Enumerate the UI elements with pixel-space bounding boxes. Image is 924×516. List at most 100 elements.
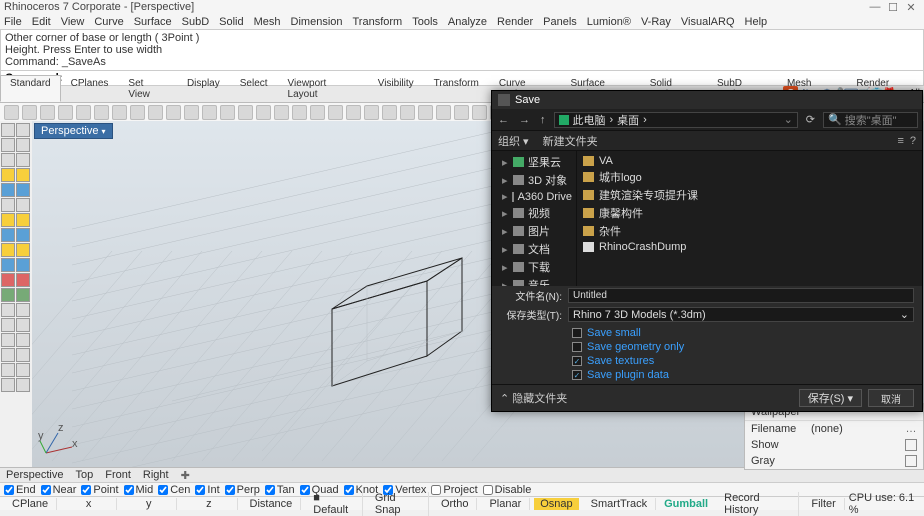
menu-help[interactable]: Help xyxy=(745,16,768,28)
toolbar-tab-select[interactable]: Select xyxy=(230,75,278,102)
save-option[interactable]: Save plugin data xyxy=(572,368,914,382)
nav-up-button[interactable]: ↑ xyxy=(538,114,548,126)
menu-mesh[interactable]: Mesh xyxy=(254,16,281,28)
file-list[interactable]: VA城市logo建筑渲染专项提升课康馨构件杂件RhinoCrashDump xyxy=(577,151,922,286)
filetype-dropdown[interactable]: Rhino 7 3D Models (*.3dm)⌄ xyxy=(568,307,914,322)
osnap-checkbox[interactable] xyxy=(225,485,235,495)
toolbar-button[interactable] xyxy=(184,105,199,120)
menu-curve[interactable]: Curve xyxy=(94,16,123,28)
property-checkbox[interactable] xyxy=(905,455,917,467)
tool-button[interactable] xyxy=(1,348,15,362)
status-cplane[interactable]: CPlane xyxy=(4,498,57,510)
toolbar-tab-transform[interactable]: Transform xyxy=(424,75,489,102)
status-gridsnap[interactable]: Grid Snap xyxy=(367,492,429,516)
tool-button[interactable] xyxy=(16,288,30,302)
toolbar-button[interactable] xyxy=(454,105,469,120)
checkbox[interactable] xyxy=(572,356,582,366)
breadcrumb-item[interactable]: 此电脑 xyxy=(573,112,606,128)
tool-button[interactable] xyxy=(16,198,30,212)
menu-dimension[interactable]: Dimension xyxy=(291,16,343,28)
nav-forward-button[interactable]: → xyxy=(517,114,532,126)
toolbar-button[interactable] xyxy=(472,105,487,120)
save-option[interactable]: Save textures xyxy=(572,354,914,368)
save-option[interactable]: Save geometry only xyxy=(572,340,914,354)
osnap-point[interactable]: Point xyxy=(81,484,118,496)
osnap-cen[interactable]: Cen xyxy=(158,484,190,496)
status-record-history[interactable]: Record History xyxy=(716,492,799,516)
osnap-checkbox[interactable] xyxy=(195,485,205,495)
new-folder-button[interactable]: 新建文件夹 xyxy=(543,133,598,149)
tool-button[interactable] xyxy=(1,243,15,257)
status-ortho[interactable]: Ortho xyxy=(433,498,478,510)
tool-button[interactable] xyxy=(16,228,30,242)
tool-button[interactable] xyxy=(1,138,15,152)
osnap-int[interactable]: Int xyxy=(195,484,219,496)
window-close-button[interactable]: ✕ xyxy=(902,1,920,14)
tree-node[interactable]: ▸下载 xyxy=(492,258,576,276)
tree-node[interactable]: ▸3D 对象 xyxy=(492,171,576,189)
tool-button[interactable] xyxy=(1,168,15,182)
view-tab-perspective[interactable]: Perspective xyxy=(6,469,63,481)
tree-node[interactable]: ▸坚果云 xyxy=(492,153,576,171)
menu-render[interactable]: Render xyxy=(497,16,533,28)
tool-button[interactable] xyxy=(16,378,30,392)
tree-node[interactable]: ▸A360 Drive xyxy=(492,189,576,204)
toolbar-button[interactable] xyxy=(58,105,73,120)
filename-input[interactable] xyxy=(568,288,914,303)
osnap-checkbox[interactable] xyxy=(41,485,51,495)
status-osnap[interactable]: Osnap xyxy=(534,498,578,510)
toolbar-tab-visibility[interactable]: Visibility xyxy=(368,75,424,102)
add-view-tab-button[interactable]: ✚ xyxy=(181,469,190,482)
view-tab-top[interactable]: Top xyxy=(75,469,93,481)
menu-panels[interactable]: Panels xyxy=(543,16,577,28)
expand-icon[interactable]: ▸ xyxy=(502,225,509,238)
osnap-tan[interactable]: Tan xyxy=(265,484,295,496)
toolbar-button[interactable] xyxy=(166,105,181,120)
toolbar-button[interactable] xyxy=(436,105,451,120)
menu-tools[interactable]: Tools xyxy=(412,16,438,28)
menu-vray[interactable]: V-Ray xyxy=(641,16,671,28)
expand-icon[interactable]: ▸ xyxy=(502,174,509,187)
osnap-checkbox[interactable] xyxy=(431,485,441,495)
search-input[interactable]: 🔍 搜索"桌面" xyxy=(823,112,918,128)
menu-edit[interactable]: Edit xyxy=(32,16,51,28)
expand-icon[interactable]: ▸ xyxy=(502,207,509,220)
tool-button[interactable] xyxy=(1,258,15,272)
tool-button[interactable] xyxy=(16,363,30,377)
menu-subd[interactable]: SubD xyxy=(182,16,210,28)
menu-surface[interactable]: Surface xyxy=(134,16,172,28)
osnap-disable[interactable]: Disable xyxy=(483,484,532,496)
address-bar[interactable]: 此电脑 › 桌面 › ⌄ xyxy=(554,112,798,128)
status-filter[interactable]: Filter xyxy=(803,498,844,510)
nav-back-button[interactable]: ← xyxy=(496,114,511,126)
toolbar-button[interactable] xyxy=(364,105,379,120)
checkbox[interactable] xyxy=(572,370,582,380)
toolbar-button[interactable] xyxy=(328,105,343,120)
toolbar-button[interactable] xyxy=(4,105,19,120)
file-item[interactable]: 康馨构件 xyxy=(583,204,916,222)
tool-button[interactable] xyxy=(1,303,15,317)
toolbar-tab-display[interactable]: Display xyxy=(177,75,230,102)
view-tab-right[interactable]: Right xyxy=(143,469,169,481)
expand-icon[interactable]: ▸ xyxy=(502,243,509,256)
tool-button[interactable] xyxy=(1,228,15,242)
menu-analyze[interactable]: Analyze xyxy=(448,16,487,28)
tool-button[interactable] xyxy=(1,378,15,392)
osnap-project[interactable]: Project xyxy=(431,484,477,496)
toolbar-button[interactable] xyxy=(148,105,163,120)
toolbar-button[interactable] xyxy=(418,105,433,120)
osnap-end[interactable]: End xyxy=(4,484,36,496)
toolbar-button[interactable] xyxy=(112,105,127,120)
osnap-checkbox[interactable] xyxy=(483,485,493,495)
tool-button[interactable] xyxy=(1,318,15,332)
checkbox[interactable] xyxy=(572,328,582,338)
tool-button[interactable] xyxy=(16,243,30,257)
nav-refresh-button[interactable]: ⟳ xyxy=(804,113,817,126)
tree-node[interactable]: ▸图片 xyxy=(492,222,576,240)
toolbar-button[interactable] xyxy=(40,105,55,120)
toolbar-button[interactable] xyxy=(346,105,361,120)
file-item[interactable]: 建筑渲染专项提升课 xyxy=(583,186,916,204)
expand-icon[interactable]: ▸ xyxy=(502,156,509,169)
file-item[interactable]: 城市logo xyxy=(583,168,916,186)
expand-icon[interactable]: ▸ xyxy=(502,261,509,274)
